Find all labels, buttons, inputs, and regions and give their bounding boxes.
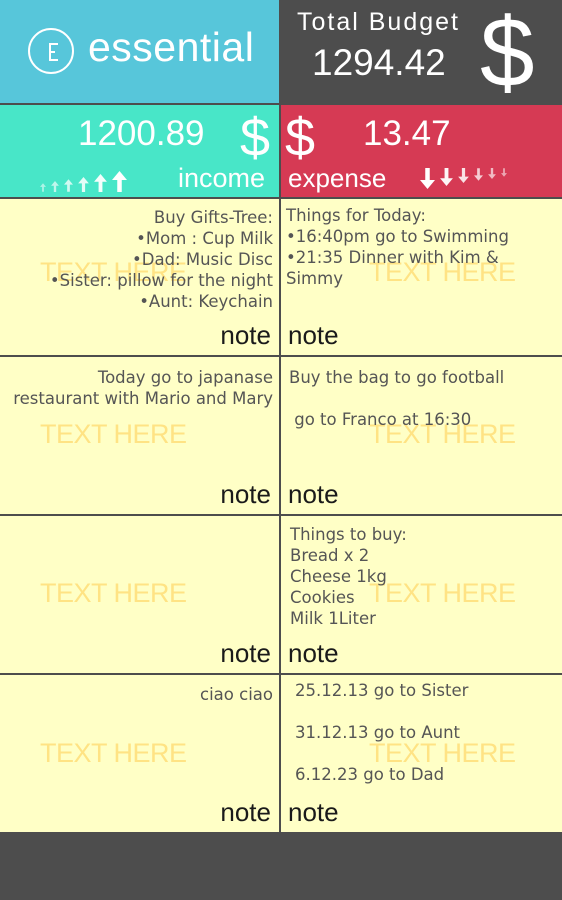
note-card[interactable]: TEXT HERE Today go to japanase restauran… <box>0 357 279 514</box>
bottom-bar <box>0 834 562 900</box>
note-label: note <box>288 797 339 827</box>
note-label: note <box>220 479 271 509</box>
dollar-icon: $ <box>480 0 535 107</box>
note-card[interactable]: TEXT HERE Buy Gifts-Tree: •Mom : Cup Mil… <box>0 199 279 355</box>
income-dollar-icon: $ <box>240 108 271 168</box>
note-text: Things for Today: •16:40pm go to Swimmin… <box>286 206 509 288</box>
note-label: note <box>220 638 271 668</box>
note-label: note <box>288 320 339 350</box>
note-placeholder: TEXT HERE <box>40 419 187 449</box>
note-text: Buy Gifts-Tree: •Mom : Cup Milk •Dad: Mu… <box>49 208 273 311</box>
note-text: Things to buy: Bread x 2 Cheese 1kg Cook… <box>290 525 407 628</box>
note-text: ciao ciao <box>200 685 273 704</box>
note-text: 25.12.13 go to Sister 31.12.13 go to Aun… <box>295 681 469 784</box>
note-placeholder: TEXT HERE <box>40 578 187 608</box>
note-label: note <box>288 479 339 509</box>
note-card[interactable]: TEXT HERE note <box>0 516 279 673</box>
note-label: note <box>220 797 271 827</box>
expense-dollar-icon: $ <box>285 108 316 168</box>
note-text: Today go to japanase restaurant with Mar… <box>13 368 273 408</box>
note-placeholder: TEXT HERE <box>40 738 187 768</box>
note-text: Buy the bag to go football go to Franco … <box>289 368 505 429</box>
note-card[interactable]: TEXT HERE Things to buy: Bread x 2 Chees… <box>281 516 562 673</box>
note-card[interactable]: TEXT HERE Buy the bag to go football go … <box>281 357 562 514</box>
note-card[interactable]: TEXT HERE 25.12.13 go to Sister 31.12.13… <box>281 675 562 832</box>
note-card[interactable]: TEXT HERE ciao ciao note <box>0 675 279 832</box>
note-label: note <box>220 320 271 350</box>
expense-label: expense <box>288 163 387 193</box>
note-card[interactable]: TEXT HERE Things for Today: •16:40pm go … <box>281 199 562 355</box>
total-budget-label: Total Budget <box>297 8 460 36</box>
arrow-up-icon <box>40 166 127 192</box>
income-value: 1200.89 <box>78 114 205 153</box>
note-label: note <box>288 638 339 668</box>
menu-icon[interactable] <box>28 28 74 74</box>
app-title: essential <box>88 24 255 70</box>
expense-value: 13.47 <box>363 114 451 153</box>
arrow-down-icon <box>420 168 507 194</box>
total-budget-value: 1294.42 <box>312 42 446 83</box>
income-label: income <box>178 163 266 193</box>
